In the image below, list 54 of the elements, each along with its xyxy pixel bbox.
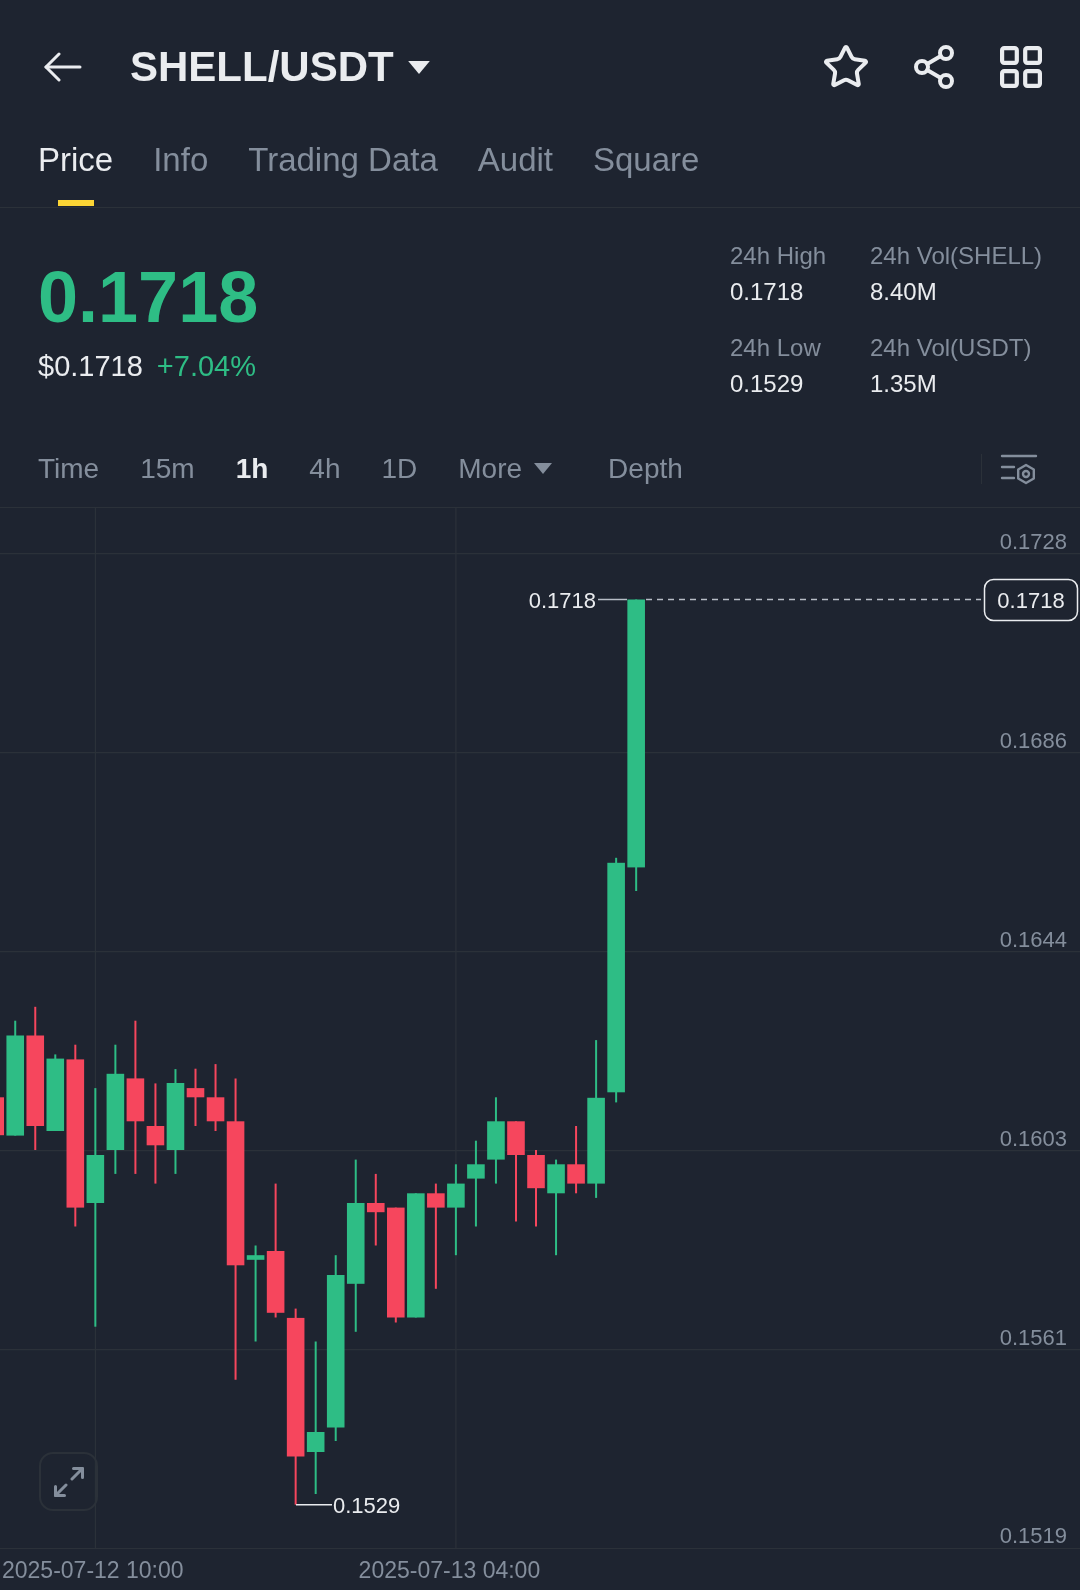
time-axis-label: 2025-07-13 04:00 (358, 1555, 541, 1584)
price-axis-label: 0.1561 (999, 1324, 1067, 1350)
favorite-button[interactable] (824, 45, 868, 89)
price-axis-label: 0.1644 (999, 926, 1067, 952)
active-tab-indicator (57, 200, 94, 206)
price-axis-label: 0.1728 (999, 528, 1067, 554)
stat-label: 24h High (730, 242, 827, 270)
leader-line (597, 598, 628, 601)
interval-tab[interactable]: 1D (381, 451, 418, 486)
tab[interactable]: Price (38, 134, 114, 207)
tab[interactable]: Trading Data (248, 134, 438, 207)
stat-value: 0.1529 (730, 370, 804, 398)
star-icon (824, 45, 868, 89)
grid-menu-button[interactable] (1000, 46, 1042, 88)
expand-icon (53, 1466, 84, 1497)
more-intervals-dropdown[interactable]: More (458, 451, 553, 486)
caret-down-icon (407, 60, 430, 74)
stat-value: 1.35M (870, 370, 937, 398)
tab[interactable]: Info (153, 134, 209, 207)
stat-value: 8.40M (870, 278, 937, 306)
pair-selector[interactable]: SHELL/USDT (130, 43, 430, 91)
depth-tab[interactable]: Depth (608, 451, 683, 486)
falling-candle (0, 1097, 4, 1136)
interval-tab[interactable]: 4h (309, 451, 341, 486)
time-axis-label: 2025-07-12 10:00 (2, 1555, 184, 1584)
back-button[interactable] (44, 52, 82, 82)
stat-value: 0.1718 (730, 278, 804, 306)
low-price-label: 0.1529 (333, 1492, 401, 1518)
tab[interactable]: Square (593, 134, 700, 207)
price-axis-label: 0.1603 (999, 1125, 1067, 1151)
high-price-label: 0.1718 (528, 587, 596, 613)
last-price-tag: 0.1718 (983, 578, 1079, 622)
stat-label: 24h Vol(SHELL) (870, 242, 1043, 270)
chart-settings-button[interactable] (1000, 452, 1038, 485)
interval-tab[interactable]: Time (38, 451, 100, 486)
share-button[interactable] (912, 45, 956, 89)
falling-candle (567, 1125, 585, 1195)
stat-label: 24h Vol(USDT) (870, 334, 1032, 362)
price-axis-label: 0.1686 (999, 727, 1067, 753)
interval-tab[interactable]: 15m (140, 451, 195, 486)
price-axis-label: 0.1519 (999, 1523, 1067, 1548)
share-icon (912, 45, 956, 89)
interval-tab[interactable]: 1h (235, 451, 269, 486)
grid-icon (1000, 46, 1042, 88)
falling-candle (186, 1067, 205, 1127)
price-change: +7.04% (156, 349, 256, 383)
fiat-price: $0.1718 (38, 349, 143, 383)
chart-settings-icon (1000, 452, 1038, 485)
tab[interactable]: Audit (477, 134, 553, 207)
fullscreen-button[interactable] (39, 1452, 98, 1511)
last-price: 0.1718 (38, 261, 259, 333)
caret-down-icon (534, 463, 553, 474)
leader-line (295, 1503, 333, 1506)
stat-label: 24h Low (730, 334, 821, 362)
